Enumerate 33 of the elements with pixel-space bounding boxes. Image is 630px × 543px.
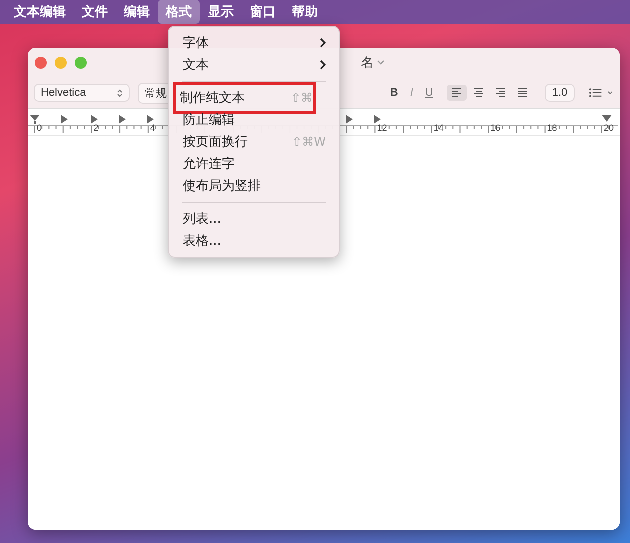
tab-stop-icon[interactable] (60, 115, 68, 124)
list-icon[interactable] (588, 88, 614, 98)
spacing-select[interactable]: 1.0 (545, 84, 575, 102)
menubar-item[interactable]: 帮助 (284, 0, 326, 24)
menubar-item[interactable]: 编辑 (116, 0, 158, 24)
ruler-label: 2 (94, 123, 99, 133)
right-indent-icon[interactable] (602, 115, 612, 122)
ruler-label: 4 (150, 123, 156, 133)
tab-stop-icon[interactable] (119, 115, 126, 124)
ruler-label: 20 (604, 123, 614, 133)
ruler-label: 0 (37, 123, 42, 133)
shortcut-label: ⇧⌘ (290, 91, 313, 105)
format-button[interactable]: U (425, 87, 434, 99)
ruler-label: 14 (434, 123, 444, 133)
font-select[interactable]: Helvetica (34, 84, 130, 102)
tab-stop-icon[interactable] (90, 115, 98, 124)
ruler-label: 18 (547, 123, 558, 133)
ruler-label: 16 (490, 123, 501, 133)
tab-stop-icon[interactable] (374, 115, 382, 124)
window-title: 名 (361, 55, 374, 72)
shortcut-label: ⇧⌘W (292, 135, 326, 149)
format-button[interactable]: B (390, 87, 398, 99)
menubar-item[interactable]: 窗口 (242, 0, 284, 24)
menubar-item[interactable]: 显示 (200, 0, 242, 24)
stepper-icon (116, 88, 123, 98)
close-icon[interactable] (35, 57, 47, 69)
indent-marker-icon[interactable] (30, 115, 40, 124)
menubar-item[interactable]: 文件 (74, 0, 116, 24)
tab-stop-icon[interactable] (147, 115, 154, 124)
tab-stop-icon[interactable] (346, 115, 353, 124)
ruler-label: 12 (377, 123, 388, 133)
align-button[interactable] (447, 85, 468, 101)
menubar-item[interactable]: 文本编辑 (6, 0, 74, 24)
